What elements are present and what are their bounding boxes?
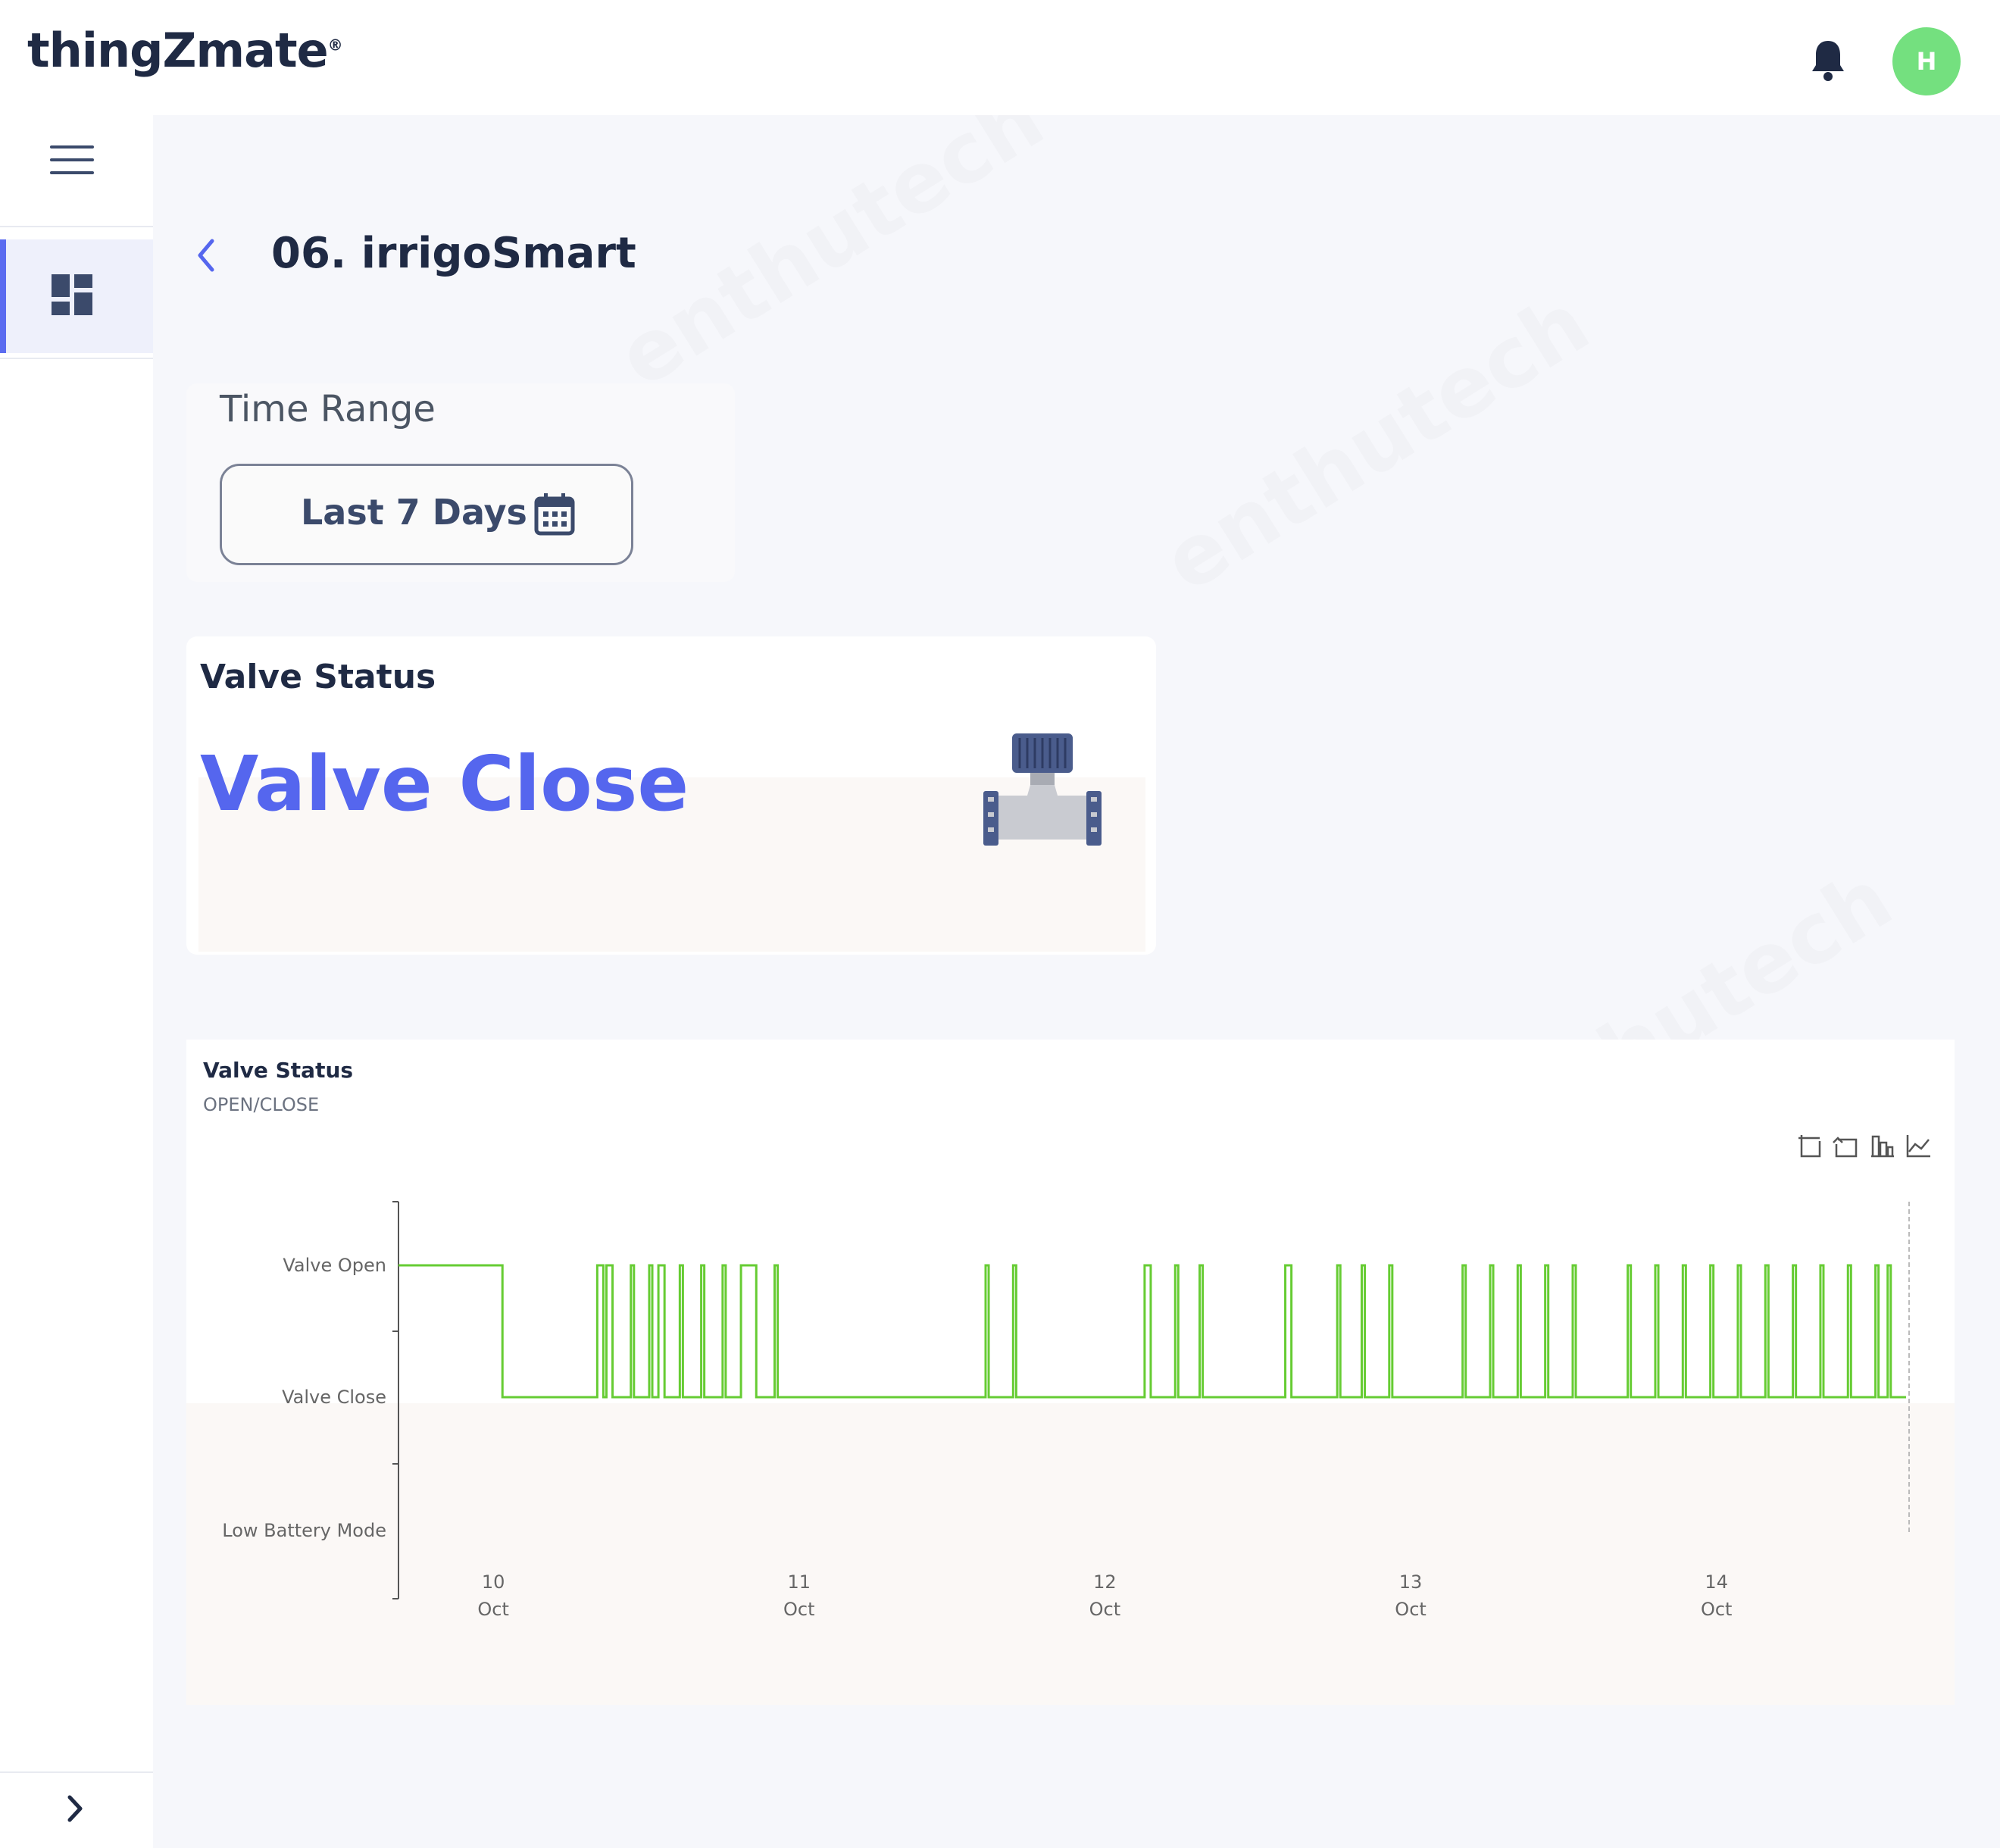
series-line bbox=[398, 1264, 1906, 1399]
valve-status-value: Valve Close bbox=[200, 740, 689, 828]
calendar-icon bbox=[534, 493, 575, 536]
top-bar: thingZmate® H bbox=[0, 0, 2000, 115]
x-tick-label: Oct bbox=[477, 1599, 509, 1620]
active-indicator bbox=[0, 239, 6, 353]
sidebar-divider bbox=[0, 226, 153, 227]
sidebar-divider bbox=[0, 358, 153, 359]
x-tick-label: 13 bbox=[1399, 1571, 1423, 1593]
sidebar-item-dashboard[interactable] bbox=[0, 239, 153, 353]
logo[interactable]: thingZmate® bbox=[27, 23, 343, 78]
valve-icon bbox=[983, 733, 1102, 846]
logo-text: thingZmate bbox=[27, 23, 329, 78]
valve-status-card: Valve Status Valve Close bbox=[186, 636, 1156, 955]
x-tick-label: 10 bbox=[482, 1571, 505, 1593]
avatar[interactable]: H bbox=[1892, 27, 1961, 95]
y-tick-label: Valve Open bbox=[283, 1255, 386, 1276]
valve-status-chart-card: Valve Status OPEN/CLOSE Low Battery Mode… bbox=[186, 1040, 1955, 1705]
y-tick-label: Low Battery Mode bbox=[222, 1520, 386, 1541]
chevron-right-icon[interactable] bbox=[61, 1790, 91, 1828]
logo-mark: ® bbox=[327, 36, 343, 55]
page-title: 06. irrigoSmart bbox=[271, 229, 636, 278]
x-tick-label: 12 bbox=[1093, 1571, 1117, 1593]
valve-status-title: Valve Status bbox=[200, 658, 436, 696]
y-tick-label: Valve Close bbox=[282, 1387, 386, 1408]
time-range-value: Last 7 Days bbox=[301, 492, 527, 533]
x-tick-label: 11 bbox=[787, 1571, 811, 1593]
time-range-label: Time Range bbox=[220, 388, 436, 430]
valve-status-chart[interactable]: Low Battery Mode Valve Close Valve Open 10 O… bbox=[186, 1040, 1955, 1705]
x-tick-label: Oct bbox=[1089, 1599, 1121, 1620]
x-tick-label: 14 bbox=[1705, 1571, 1728, 1593]
watermark: enthutech bbox=[602, 70, 1060, 406]
x-tick-label: Oct bbox=[1395, 1599, 1427, 1620]
sidebar bbox=[0, 115, 153, 1848]
watermark: enthutech bbox=[1147, 274, 1605, 611]
menu-icon[interactable] bbox=[50, 145, 94, 179]
back-icon[interactable] bbox=[194, 236, 217, 274]
avatar-initial: H bbox=[1916, 47, 1937, 76]
x-tick-label: Oct bbox=[783, 1599, 815, 1620]
sidebar-divider bbox=[0, 1771, 153, 1773]
x-tick-label: Oct bbox=[1701, 1599, 1733, 1620]
bell-icon[interactable] bbox=[1809, 38, 1847, 82]
dashboard-icon bbox=[52, 274, 92, 315]
time-range-picker[interactable]: Last 7 Days bbox=[220, 464, 633, 565]
time-range-card: Time Range Last 7 Days bbox=[186, 383, 735, 582]
